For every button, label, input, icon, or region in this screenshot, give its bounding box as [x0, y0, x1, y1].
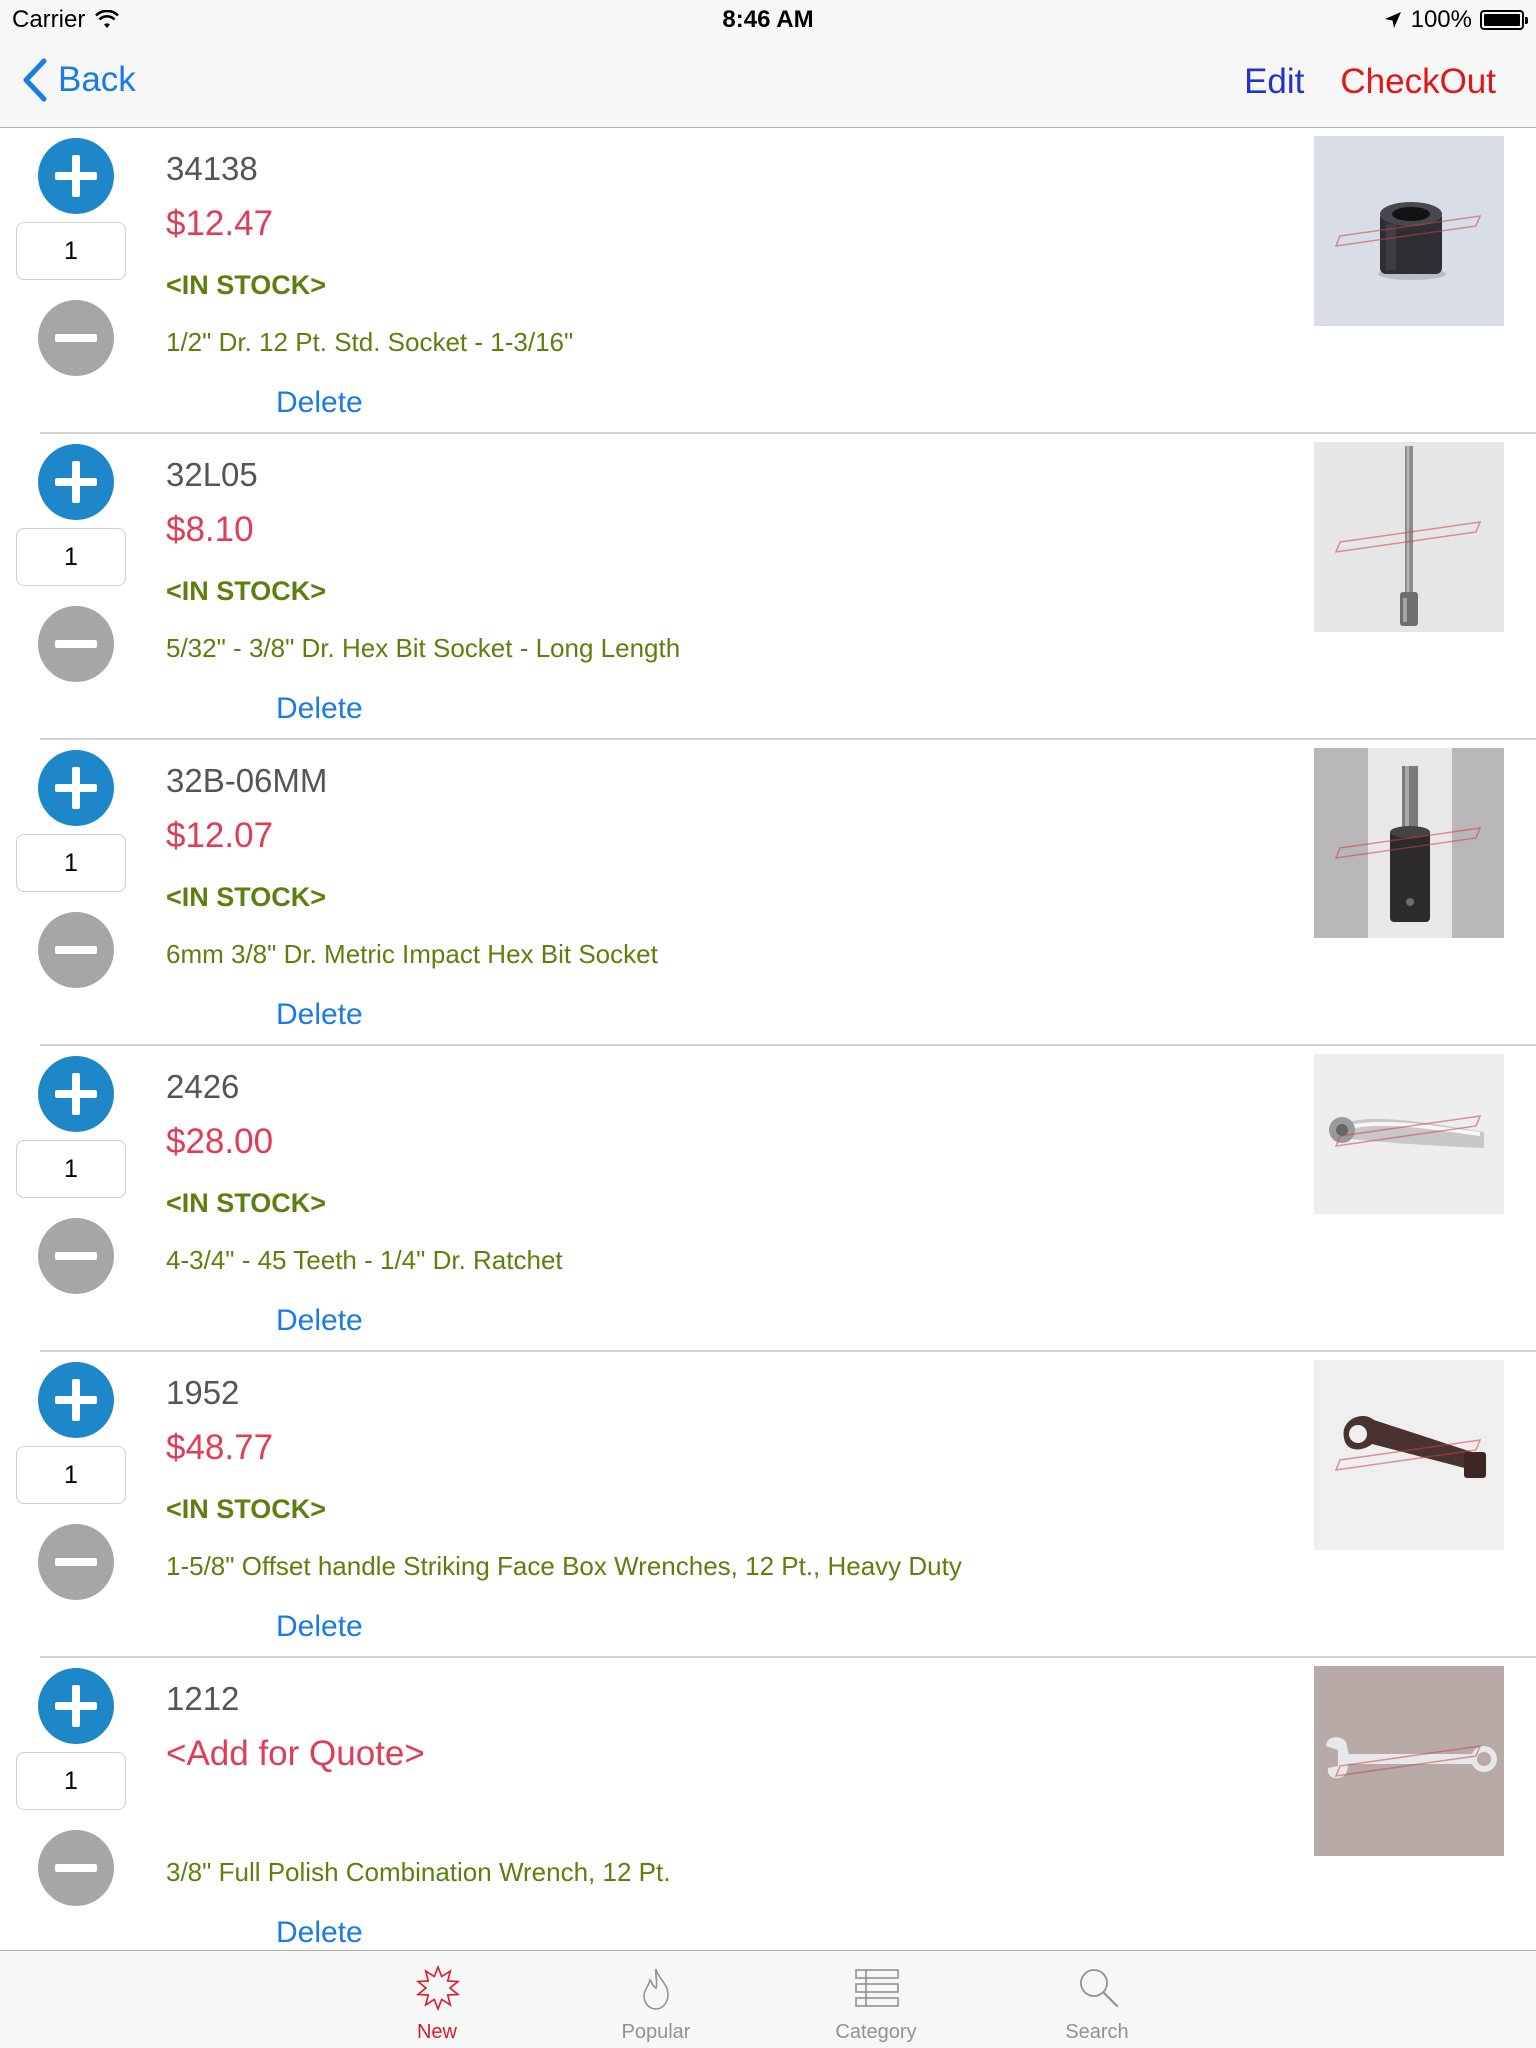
back-label: Back: [58, 60, 136, 99]
decrease-quantity-button[interactable]: [38, 1524, 114, 1600]
chevron-left-icon: [23, 58, 47, 102]
item-description: 1-5/8" Offset handle Striking Face Box W…: [166, 1551, 962, 1581]
delete-button[interactable]: Delete: [276, 1610, 363, 1644]
cart-item: 2426 $28.00 <IN STOCK> 4-3/4" - 45 Teeth…: [0, 1046, 1536, 1352]
item-description: 6mm 3/8" Dr. Metric Impact Hex Bit Socke…: [166, 939, 658, 969]
tab-category[interactable]: Category: [801, 1951, 951, 2048]
quantity-field[interactable]: [16, 1446, 126, 1504]
increase-quantity-button[interactable]: [38, 1056, 114, 1132]
cart-item: 1212 <Add for Quote> 3/8" Full Polish Co…: [0, 1658, 1536, 1950]
tab-label: Category: [835, 2021, 917, 2043]
back-button[interactable]: Back: [22, 58, 136, 102]
navigation-bar: Back Edit CheckOut: [0, 40, 1536, 128]
tab-search[interactable]: Search: [1022, 1951, 1172, 2048]
product-image[interactable]: [1314, 1054, 1504, 1214]
tab-label: Popular: [621, 2021, 691, 2043]
nav-actions: Edit CheckOut: [1244, 62, 1496, 102]
cart-item: 32L05 $8.10 <IN STOCK> 5/32" - 3/8" Dr. …: [0, 434, 1536, 740]
product-image[interactable]: [1314, 1360, 1504, 1550]
status-time: 8:46 AM: [722, 6, 814, 33]
item-price: $28.00: [166, 1122, 274, 1161]
starburst-icon: [415, 1965, 461, 2011]
delete-button[interactable]: Delete: [276, 386, 363, 420]
increase-quantity-button[interactable]: [38, 750, 114, 826]
combination-wrench-image: [1314, 1666, 1504, 1856]
item-description: 4-3/4" - 45 Teeth - 1/4" Dr. Ratchet: [166, 1245, 563, 1275]
cart-item: 34138 $12.47 <IN STOCK> 1/2" Dr. 12 Pt. …: [0, 128, 1536, 434]
increase-quantity-button[interactable]: [38, 138, 114, 214]
impact-hex-bit-socket-image: [1314, 748, 1504, 938]
item-price: $12.47: [166, 204, 274, 243]
item-description: 3/8" Full Polish Combination Wrench, 12 …: [166, 1857, 671, 1887]
stock-status: <IN STOCK>: [166, 1494, 327, 1524]
product-image[interactable]: [1314, 442, 1504, 632]
edit-button[interactable]: Edit: [1244, 62, 1304, 102]
hex-bit-socket-image: [1314, 442, 1504, 632]
cart-item: 1952 $48.77 <IN STOCK> 1-5/8" Offset han…: [0, 1352, 1536, 1658]
item-code: 1212: [166, 1680, 240, 1717]
battery-icon: [1480, 10, 1528, 30]
flame-icon: [643, 1968, 669, 2010]
decrease-quantity-button[interactable]: [38, 300, 114, 376]
item-description: 5/32" - 3/8" Dr. Hex Bit Socket - Long L…: [166, 633, 681, 663]
product-image[interactable]: [1314, 748, 1504, 938]
increase-quantity-button[interactable]: [38, 444, 114, 520]
product-image[interactable]: [1314, 136, 1504, 326]
socket-image: [1314, 136, 1504, 326]
battery-percent: 100%: [1410, 6, 1472, 33]
tab-label: New: [416, 2021, 457, 2043]
battery-fill: [1484, 14, 1520, 26]
list-icon: [855, 1969, 899, 2007]
item-code: 2426: [166, 1068, 240, 1105]
item-code: 32B-06MM: [166, 762, 328, 799]
increase-quantity-button[interactable]: [38, 1668, 114, 1744]
tab-popular[interactable]: Popular: [581, 1951, 731, 2048]
stock-status: <IN STOCK>: [166, 1188, 327, 1218]
quantity-field[interactable]: [16, 834, 126, 892]
tab-bar: New Popular Category Search: [0, 1950, 1536, 2048]
increase-quantity-button[interactable]: [38, 1362, 114, 1438]
delete-button[interactable]: Delete: [276, 692, 363, 726]
item-description: 1/2" Dr. 12 Pt. Std. Socket - 1-3/16": [166, 327, 574, 357]
decrease-quantity-button[interactable]: [38, 1830, 114, 1906]
quantity-field[interactable]: [16, 1752, 126, 1810]
checkout-button[interactable]: CheckOut: [1340, 62, 1496, 102]
status-right: 100%: [1383, 6, 1528, 34]
quantity-field[interactable]: [16, 222, 126, 280]
stock-status: <IN STOCK>: [166, 576, 327, 606]
location-arrow-icon: [1384, 12, 1401, 28]
striking-wrench-image: [1314, 1360, 1504, 1550]
decrease-quantity-button[interactable]: [38, 912, 114, 988]
quantity-field[interactable]: [16, 1140, 126, 1198]
status-bar: Carrier 8:46 AM 100%: [0, 0, 1536, 40]
item-code: 1952: [166, 1374, 240, 1411]
decrease-quantity-button[interactable]: [38, 606, 114, 682]
cart-item: 32B-06MM $12.07 <IN STOCK> 6mm 3/8" Dr. …: [0, 740, 1536, 1046]
ratchet-image: [1314, 1054, 1504, 1214]
product-image[interactable]: [1314, 1666, 1504, 1856]
tab-new[interactable]: New: [362, 1951, 512, 2048]
delete-button[interactable]: Delete: [276, 998, 363, 1032]
item-price: <Add for Quote>: [166, 1734, 425, 1773]
item-code: 32L05: [166, 456, 258, 493]
app-root: Carrier 8:46 AM 100% Back Edit CheckOut …: [0, 0, 1536, 2048]
item-code: 34138: [166, 150, 258, 187]
item-price: $8.10: [166, 510, 254, 549]
decrease-quantity-button[interactable]: [38, 1218, 114, 1294]
quantity-field[interactable]: [16, 528, 126, 586]
stock-status: <IN STOCK>: [166, 882, 327, 912]
cart-list: 34138 $12.47 <IN STOCK> 1/2" Dr. 12 Pt. …: [0, 128, 1536, 1950]
item-price: $48.77: [166, 1428, 274, 1467]
tab-label: Search: [1065, 2021, 1129, 2043]
item-price: $12.07: [166, 816, 274, 855]
magnifier-icon: [1080, 1969, 1119, 2008]
delete-button[interactable]: Delete: [276, 1304, 363, 1338]
stock-status: <IN STOCK>: [166, 270, 327, 300]
delete-button[interactable]: Delete: [276, 1916, 363, 1950]
